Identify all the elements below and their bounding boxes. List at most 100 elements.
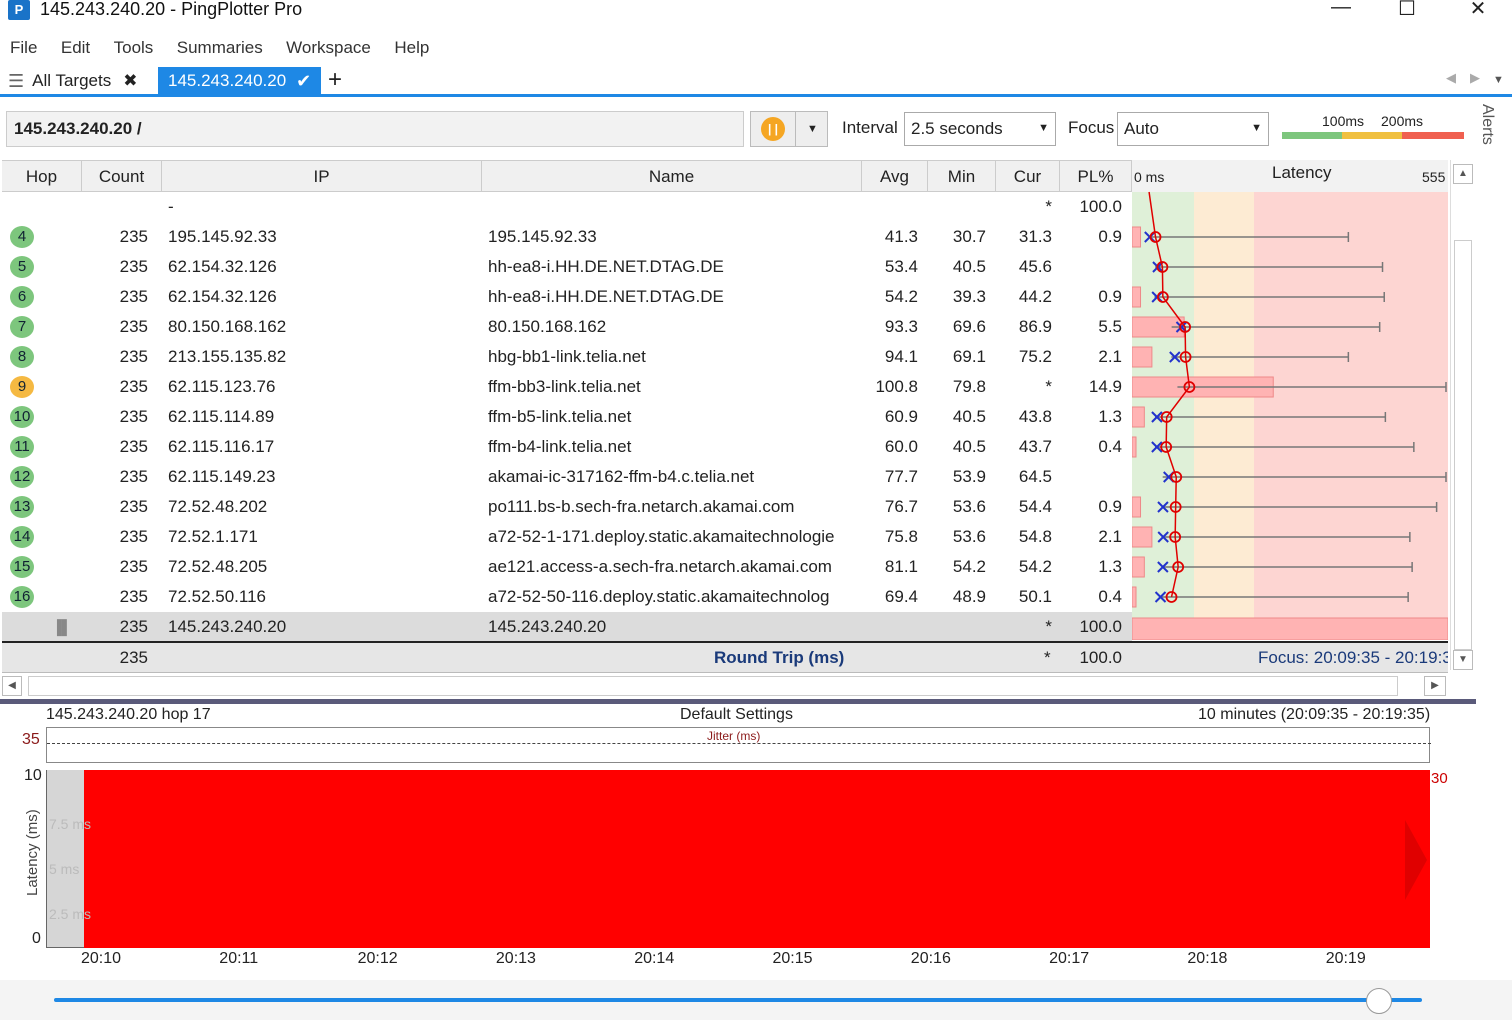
table-row[interactable]: 10 235 62.115.114.89 ffm-b5-link.telia.net 6… [2, 402, 1132, 432]
interval-select[interactable]: 2.5 seconds ▼ [904, 112, 1056, 146]
col-count[interactable]: Count [82, 161, 162, 192]
cell-avg: 77.7 [884, 467, 918, 486]
vertical-scroll-thumb[interactable] [1454, 240, 1472, 650]
cell-pl: 100.0 [1079, 197, 1122, 216]
table-row[interactable]: 7 235 80.150.168.162 80.150.168.162 93.3 69.6… [2, 312, 1132, 342]
focus-label: Focus [1068, 118, 1115, 137]
tab-scroll-right-icon[interactable]: ▶ [1470, 70, 1480, 86]
cell-ip: 195.145.92.33 [168, 227, 277, 246]
cell-pl: 0.4 [1098, 437, 1122, 456]
expand-arrow-icon[interactable] [1405, 820, 1427, 900]
packet-loss-bar [1132, 436, 1137, 458]
pause-icon[interactable]: | | [761, 117, 785, 141]
cell-cur: 43.7 [1018, 437, 1052, 456]
table-row[interactable]: 11 235 62.115.116.17 ffm-b4-link.telia.net 6… [2, 432, 1132, 462]
packet-loss-bar [1132, 496, 1142, 518]
horizontal-scroll-thumb[interactable] [28, 676, 1398, 696]
cell-count: 235 [119, 587, 148, 606]
menu-edit[interactable]: Edit [61, 34, 90, 62]
cell-avg: 94.1 [884, 347, 918, 366]
cell-cur: 54.4 [1018, 497, 1052, 516]
pause-button[interactable]: | | ▼ [750, 111, 828, 147]
col-avg[interactable]: Avg [862, 161, 928, 192]
alerts-panel-tab[interactable]: Alerts [1478, 104, 1496, 145]
table-row[interactable]: 9 235 62.115.123.76 ffm-bb3-link.telia.net 1… [2, 372, 1132, 402]
table-row[interactable]: 6 235 62.154.32.126 hh-ea8-i.HH.DE.NET.DTAG… [2, 282, 1132, 312]
scroll-up-icon[interactable]: ▲ [1453, 164, 1473, 184]
cell-ip: 62.115.114.89 [168, 407, 275, 426]
col-hop[interactable]: Hop [2, 161, 82, 192]
latency-y-label: Latency (ms) [24, 809, 41, 896]
time-slider-track[interactable] [54, 998, 1422, 1002]
bar-chart-icon[interactable]: ▐▌ [52, 612, 72, 642]
cell-count: 235 [119, 407, 148, 426]
table-row[interactable]: 4 235 195.145.92.33 195.145.92.33 41.3 30.7 31… [2, 222, 1132, 252]
add-tab-icon[interactable]: + [328, 66, 342, 94]
scroll-down-icon[interactable]: ▼ [1453, 650, 1473, 670]
focus-select[interactable]: Auto ▼ [1117, 112, 1269, 146]
menu-workspace[interactable]: Workspace [286, 34, 371, 62]
app-icon: P [8, 0, 30, 20]
cell-min: 39.3 [952, 287, 986, 306]
maximize-icon[interactable]: ☐ [1384, 0, 1430, 22]
col-ip[interactable]: IP [162, 161, 482, 192]
hamburger-icon[interactable]: ☰ [8, 71, 24, 92]
cell-pl: 1.3 [1098, 407, 1122, 426]
menu-tools[interactable]: Tools [114, 34, 154, 62]
pane-splitter[interactable] [0, 699, 1476, 704]
cell-count: 235 [119, 227, 148, 246]
tab-target[interactable]: 145.243.240.20 ✔ [158, 67, 321, 95]
cell-pl: 1.3 [1098, 557, 1122, 576]
cell-avg: 60.9 [884, 407, 918, 426]
latency-graph: 0 ms Latency 555 [1132, 160, 1448, 640]
focus-range: Focus: 20:09:35 - 20:19:3 [1258, 648, 1448, 667]
table-row[interactable]: 16 235 72.52.50.116 a72-52-50-116.deploy.st… [2, 582, 1132, 612]
close-icon[interactable]: ✕ [1455, 0, 1501, 22]
cell-name: 145.243.240.20 [488, 617, 607, 636]
table-row[interactable]: 14 235 72.52.1.171 a72-52-1-171.deploy.stat… [2, 522, 1132, 552]
table-row[interactable]: 15 235 72.52.48.205 ae121.access-a.sech-fra… [2, 552, 1132, 582]
x-tick-label: 20:14 [634, 950, 675, 967]
tab-list-dropdown-icon[interactable]: ▼ [1493, 74, 1504, 86]
table-row[interactable]: 8 235 213.155.135.82 hbg-bb1-link.telia.net… [2, 342, 1132, 372]
target-address-field[interactable]: 145.243.240.20 / [6, 111, 744, 147]
round-trip-row: 235 Round Trip (ms) * 100.0 Focus: 20:09… [2, 641, 1448, 673]
table-row[interactable]: 12 235 62.115.149.23 akamai-ic-317162-ffm-b… [2, 462, 1132, 492]
col-cur[interactable]: Cur [996, 161, 1060, 192]
menu-summaries[interactable]: Summaries [177, 34, 263, 62]
col-pl[interactable]: PL% [1060, 161, 1132, 192]
tab-scroll-left-icon[interactable]: ◀ [1446, 70, 1456, 86]
pause-dropdown-icon[interactable]: ▼ [795, 112, 829, 146]
packet-loss-bar [1132, 406, 1145, 428]
menu-help[interactable]: Help [394, 34, 429, 62]
tab-all-targets[interactable]: ☰ All Targets ✖ [8, 68, 137, 94]
time-slider-thumb[interactable] [1366, 988, 1392, 1014]
x-tick-label: 20:16 [910, 950, 951, 967]
focus-value: Auto [1124, 119, 1159, 138]
col-name[interactable]: Name [482, 161, 862, 192]
latency-scale: 100ms 200ms [1282, 112, 1464, 140]
target-row[interactable]: ▐▌ 235 145.243.240.20 145.243.240.20 * 100.0 [2, 612, 1132, 642]
scroll-right-icon[interactable]: ▶ [1424, 676, 1446, 696]
cell-count: 235 [119, 437, 148, 456]
packet-loss-bar [1132, 286, 1142, 308]
latency-timeline-graph[interactable]: 7.5 ms 5 ms 2.5 ms [46, 770, 1430, 948]
vertical-scrollbar[interactable]: ▲ ▼ [1450, 160, 1474, 670]
minimize-icon[interactable]: — [1318, 0, 1364, 22]
table-row[interactable]: 5 235 62.154.32.126 hh-ea8-i.HH.DE.NET.DTAG… [2, 252, 1132, 282]
rt-label: Round Trip (ms) [714, 648, 845, 667]
chevron-down-icon: ▼ [1038, 122, 1049, 134]
table-row[interactable]: - * 100.0 [2, 192, 1132, 222]
col-min[interactable]: Min [928, 161, 996, 192]
timeline-settings-title: Default Settings [680, 706, 793, 723]
close-tab-icon[interactable]: ✖ [123, 71, 137, 91]
scroll-left-icon[interactable]: ◀ [2, 676, 22, 696]
table-row[interactable]: 13 235 72.52.48.202 po111.bs-b.sech-fra.net… [2, 492, 1132, 522]
jitter-dashed-line [47, 743, 1431, 744]
cell-cur: * [1045, 617, 1052, 636]
cell-avg: 81.1 [884, 557, 918, 576]
cell-name: ffm-b5-link.telia.net [488, 407, 632, 426]
horizontal-scrollbar[interactable]: ◀ ▶ [2, 674, 1448, 698]
menu-file[interactable]: File [10, 34, 37, 62]
cell-cur: 64.5 [1018, 467, 1052, 486]
